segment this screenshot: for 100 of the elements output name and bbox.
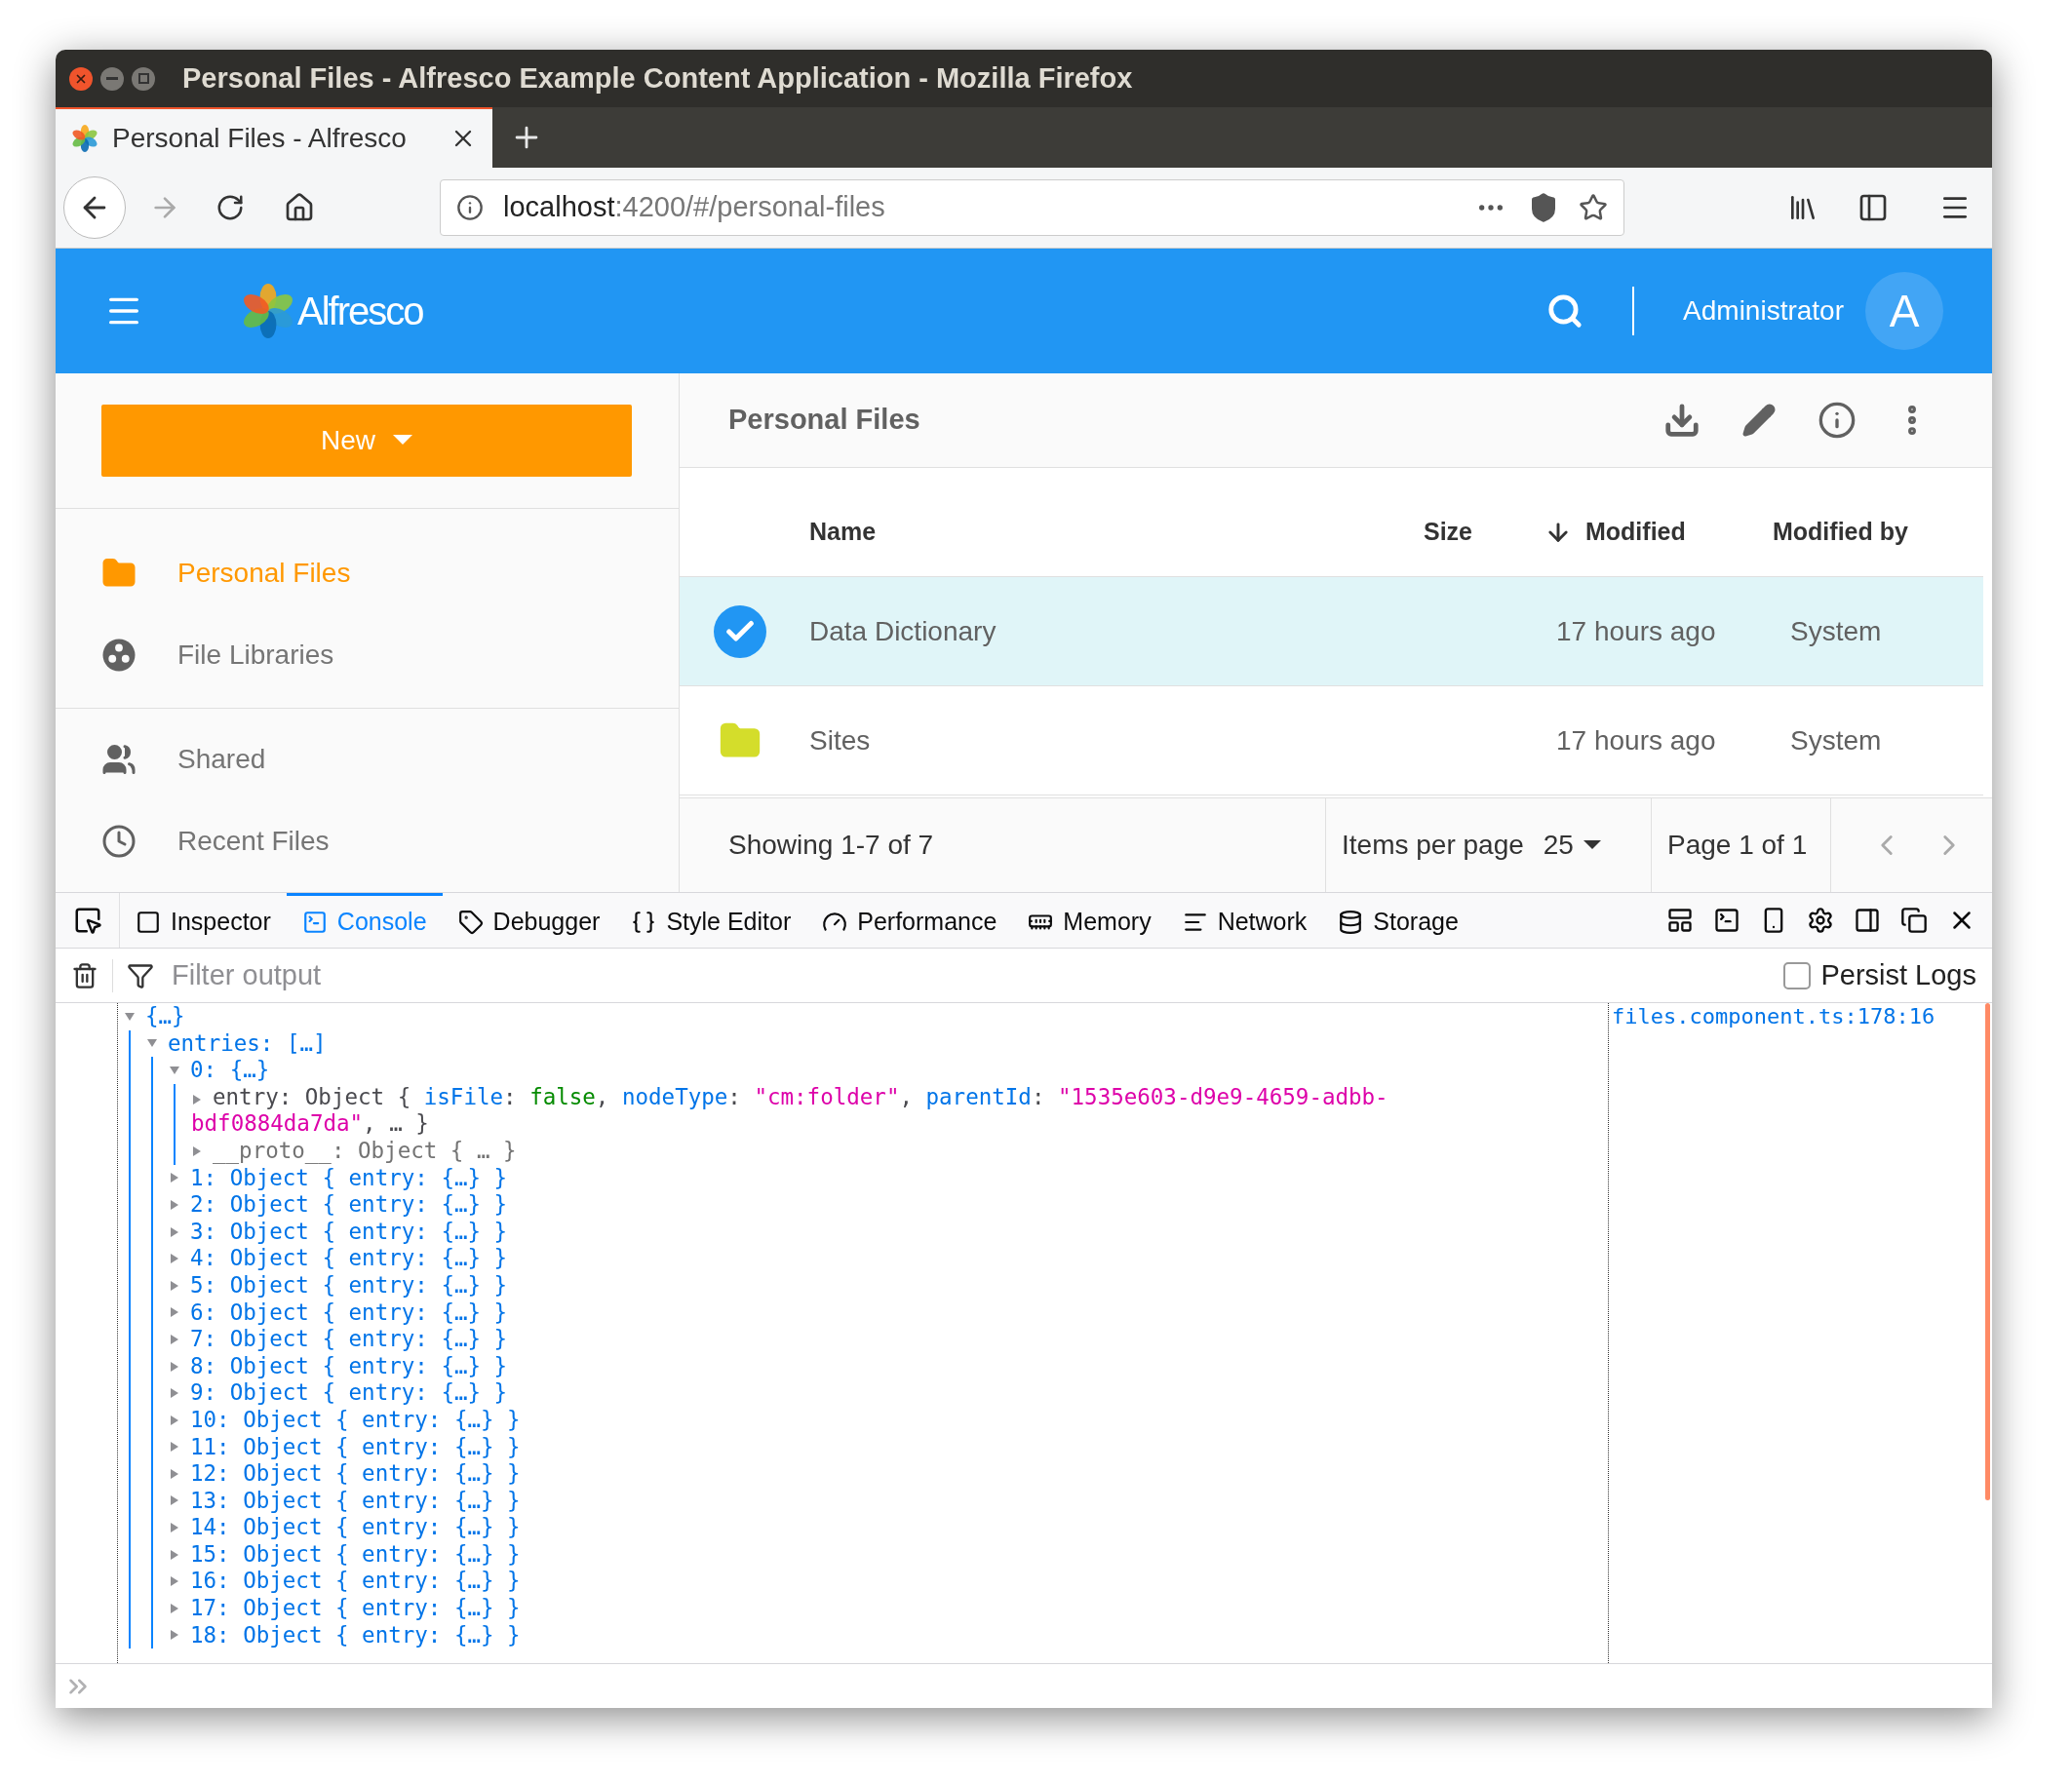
caret-icon (393, 435, 412, 446)
collapsed-arrow-icon[interactable] (191, 1093, 203, 1105)
collapsed-arrow-icon[interactable] (169, 1225, 180, 1238)
collapsed-arrow-icon[interactable] (169, 1360, 180, 1373)
home-icon[interactable] (284, 192, 315, 223)
info-icon[interactable] (1818, 401, 1857, 440)
collapsed-arrow-icon[interactable] (169, 1414, 180, 1426)
console-line: 2: Object { entry: {…} } (190, 1191, 508, 1219)
collapsed-arrow-icon[interactable] (169, 1629, 180, 1642)
console-line: 8: Object { entry: {…} } (190, 1352, 508, 1380)
page-indicator: Page 1 of 1 (1667, 829, 1808, 862)
close-window-button[interactable] (69, 66, 93, 91)
tag-icon (457, 909, 484, 935)
sidebar-item[interactable]: File Libraries (56, 614, 679, 696)
expanded-arrow-icon[interactable] (124, 1010, 136, 1023)
split-console-icon[interactable] (1713, 907, 1740, 934)
collapsed-arrow-icon[interactable] (169, 1575, 180, 1588)
collapsed-arrow-icon[interactable] (169, 1522, 180, 1534)
devtools-tab[interactable]: Style Editor (615, 893, 807, 948)
modified-by: System (1790, 723, 1882, 757)
collapsed-arrow-icon[interactable] (169, 1172, 180, 1184)
console-line: 14: Object { entry: {…} } (190, 1514, 521, 1541)
console-line: 10: Object { entry: {…} } (190, 1406, 521, 1434)
file-name[interactable]: Sites (809, 719, 1556, 761)
search-icon[interactable] (1546, 292, 1584, 330)
settings-icon[interactable] (1807, 907, 1834, 934)
column-header[interactable]: Modified (1585, 513, 1773, 551)
collapsed-arrow-icon[interactable] (169, 1494, 180, 1507)
console-entry-line: entry: Object { isFile: false, nodeType: "cm:folder", parentId: "1535e603-d9e9-4659-adbb-bdf0884da7da", … } (191, 1083, 1389, 1138)
info-icon[interactable] (456, 194, 484, 221)
console-line: 1: Object { entry: {…} } (190, 1164, 508, 1192)
trash-icon[interactable] (71, 961, 98, 989)
console-line: entries: […] (168, 1029, 327, 1058)
maximize-window-button[interactable] (132, 66, 155, 91)
libraries-icon (101, 638, 137, 673)
logo-text: Alfresco (297, 289, 423, 334)
sidebar-item[interactable]: Recent Files (56, 800, 679, 882)
filter-icon (127, 961, 154, 989)
clock-icon (101, 824, 137, 859)
separate-window-icon[interactable] (1900, 907, 1928, 934)
sidebar-icon[interactable] (1857, 192, 1889, 223)
console-line: 5: Object { entry: {…} } (190, 1271, 508, 1299)
console-line: {…} (145, 1003, 185, 1030)
console-line: 15: Object { entry: {…} } (190, 1540, 521, 1569)
terminal-icon (301, 909, 328, 935)
box-icon (136, 909, 161, 935)
collapsed-arrow-icon[interactable] (191, 1144, 203, 1157)
persist-logs-label: Persist Logs (1820, 957, 1976, 992)
modified-time: 17 hours ago (1556, 723, 1717, 757)
collapsed-arrow-icon[interactable] (169, 1279, 180, 1292)
minimize-window-button[interactable] (100, 66, 124, 91)
devtools-tab[interactable]: Storage (1322, 893, 1474, 948)
sidebar-item[interactable]: Shared (56, 718, 679, 800)
collapsed-arrow-icon[interactable] (169, 1198, 180, 1211)
console-line: 4: Object { entry: {…} } (190, 1245, 508, 1272)
modified-by: System (1790, 614, 1882, 648)
filter-field[interactable]: Filter output (172, 953, 1784, 997)
browser-tab[interactable]: Personal Files - Alfresco (56, 107, 492, 168)
collapsed-arrow-icon[interactable] (169, 1253, 180, 1265)
logo-icon (241, 284, 295, 338)
window-title: Personal Files - Alfresco Example Content Application - Mozilla Firefox (182, 60, 1133, 96)
console-line: 12: Object { entry: {…} } (190, 1460, 521, 1488)
devtools-tab[interactable]: Memory (1012, 893, 1167, 948)
layout-icon[interactable] (1666, 907, 1694, 934)
column-header[interactable]: Name (809, 513, 1355, 551)
column-header[interactable]: Modified by (1773, 513, 1908, 551)
devtools-tab[interactable]: Performance (806, 893, 1013, 948)
showing-count: Showing 1-7 of 7 (728, 829, 935, 862)
braces-icon (631, 909, 657, 935)
console-line: 3: Object { entry: {…} } (190, 1218, 508, 1246)
collapsed-arrow-icon[interactable] (169, 1387, 180, 1400)
file-name[interactable]: Data Dictionary (809, 610, 1556, 652)
download-icon[interactable] (1663, 402, 1701, 439)
devtools-tab[interactable]: Debugger (442, 893, 616, 948)
collapsed-arrow-icon[interactable] (169, 1441, 180, 1454)
persist-logs-checkbox[interactable] (1783, 961, 1812, 989)
edit-icon[interactable] (1741, 403, 1777, 438)
collapsed-arrow-icon[interactable] (169, 1467, 180, 1480)
collapsed-arrow-icon[interactable] (169, 1333, 180, 1345)
devtools-tab[interactable]: Inspector (120, 893, 287, 948)
source-link[interactable]: files.component.ts:178:16 (1612, 1003, 1935, 1663)
caret-icon (1583, 840, 1601, 850)
collapsed-arrow-icon[interactable] (169, 1548, 180, 1561)
dock-side-icon[interactable] (1854, 907, 1881, 934)
collapsed-arrow-icon[interactable] (169, 1602, 180, 1614)
table-row[interactable]: Data Dictionary 17 hours ago System (680, 577, 1983, 686)
url-field[interactable]: localhost:4200/#/personal-files (440, 179, 1624, 236)
column-header[interactable]: Size (1355, 513, 1472, 551)
items-per-page-dropdown[interactable]: 25 (1543, 825, 1601, 866)
tab-title: Personal Files - Alfresco (112, 122, 407, 155)
console-line: 11: Object { entry: {…} } (190, 1433, 521, 1461)
collapsed-arrow-icon[interactable] (169, 1306, 180, 1319)
devtools-tab[interactable]: Network (1166, 893, 1323, 948)
console-line: 6: Object { entry: {…} } (190, 1299, 508, 1327)
console-line: 9: Object { entry: {…} } (190, 1379, 508, 1407)
star-icon[interactable] (1579, 193, 1608, 222)
items-per-page-label: Items per page (1342, 829, 1524, 862)
expanded-arrow-icon[interactable] (169, 1065, 180, 1076)
reload-icon[interactable] (215, 193, 245, 222)
console-line: 17: Object { entry: {…} } (190, 1595, 521, 1622)
